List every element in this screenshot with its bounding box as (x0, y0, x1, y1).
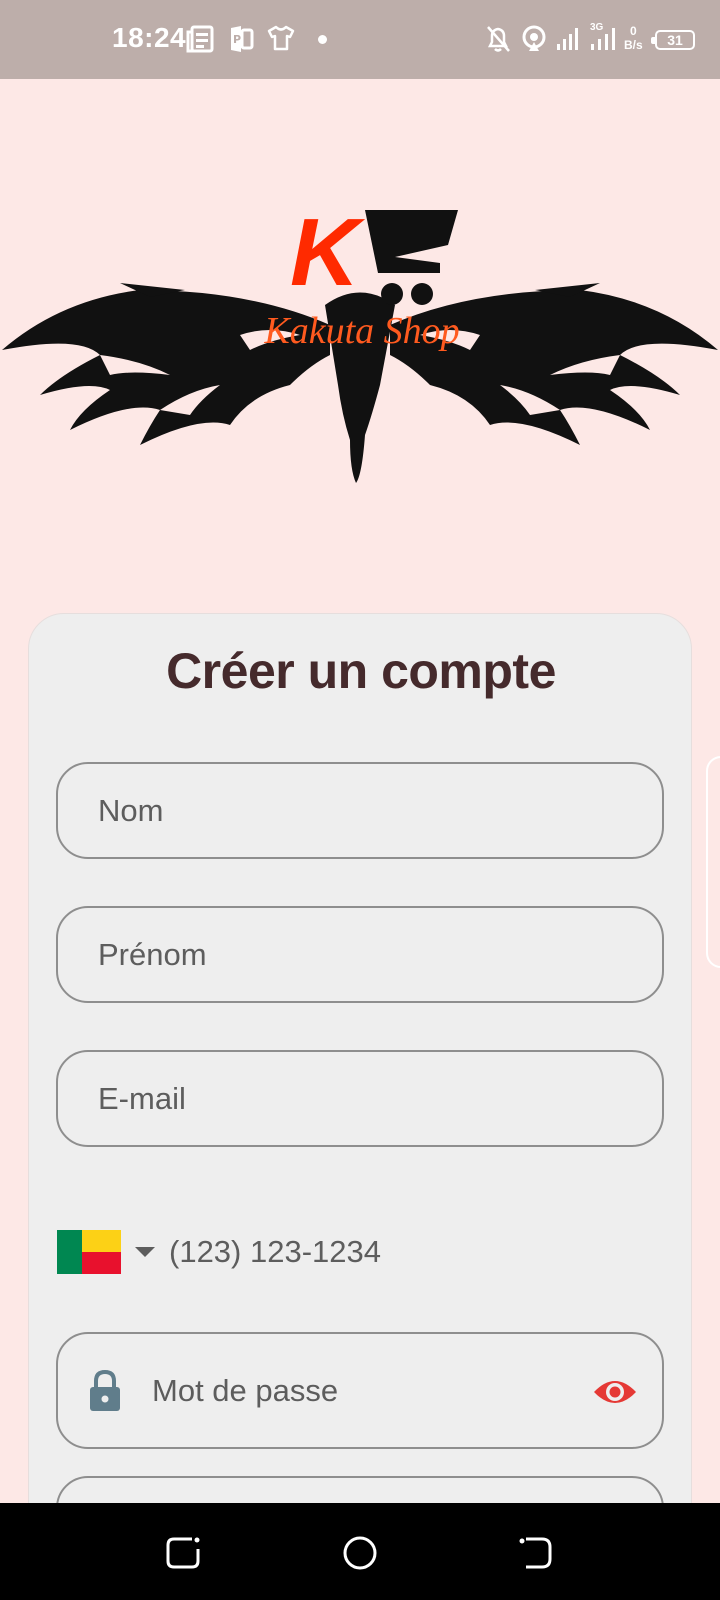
brand-logo: K Kakuta Shop (2, 199, 718, 483)
brand-name: Kakuta Shop (263, 310, 459, 352)
password-placeholder: Mot de passe (152, 1372, 339, 1408)
page-title: Créer un compte (166, 643, 556, 699)
net-speed-value: 0 (630, 24, 637, 38)
phone-field[interactable]: (123) 123-1234 (169, 1234, 381, 1270)
pdf-app-icon: P (231, 26, 254, 52)
battery-icon: 31 (651, 30, 695, 50)
dot-icon (318, 35, 327, 44)
svg-text:P: P (233, 33, 241, 46)
lock-icon (90, 1369, 120, 1411)
first-name-placeholder: Prénom (98, 936, 207, 972)
net-speed-unit: B/s (624, 38, 643, 52)
signal-icon (591, 28, 615, 50)
hotspot-icon (522, 25, 546, 51)
email-placeholder: E-mail (98, 1080, 186, 1116)
home-icon[interactable] (340, 1533, 380, 1573)
last-name-placeholder: Nom (98, 792, 164, 828)
password-field[interactable]: Mot de passe (56, 1332, 664, 1449)
status-time: 18:24 (112, 22, 187, 53)
status-bar: 18:24 P 3G 0 B/s 31 (0, 0, 720, 79)
side-drawer-handle[interactable] (706, 756, 720, 968)
back-icon[interactable] (516, 1533, 556, 1573)
battery-level: 31 (667, 32, 683, 48)
brand-letter: K (290, 199, 366, 306)
signal-icon (557, 28, 578, 50)
email-field[interactable]: E-mail (56, 1050, 664, 1147)
net-speed: 0 B/s (624, 24, 643, 52)
benin-flag-icon[interactable] (57, 1230, 121, 1274)
first-name-field[interactable]: Prénom (56, 906, 664, 1003)
recent-apps-icon[interactable] (164, 1533, 204, 1573)
tshirt-icon (267, 25, 295, 51)
eye-icon[interactable] (592, 1376, 638, 1408)
chevron-down-icon[interactable] (135, 1247, 155, 1257)
navigation-bar (0, 1503, 720, 1600)
phone-input-row: (123) 123-1234 (57, 1229, 665, 1275)
signup-card: Créer un compte Nom Prénom E-mail (123) … (28, 613, 692, 1600)
mute-bell-icon (487, 26, 510, 52)
news-icon (186, 25, 214, 53)
last-name-field[interactable]: Nom (56, 762, 664, 859)
